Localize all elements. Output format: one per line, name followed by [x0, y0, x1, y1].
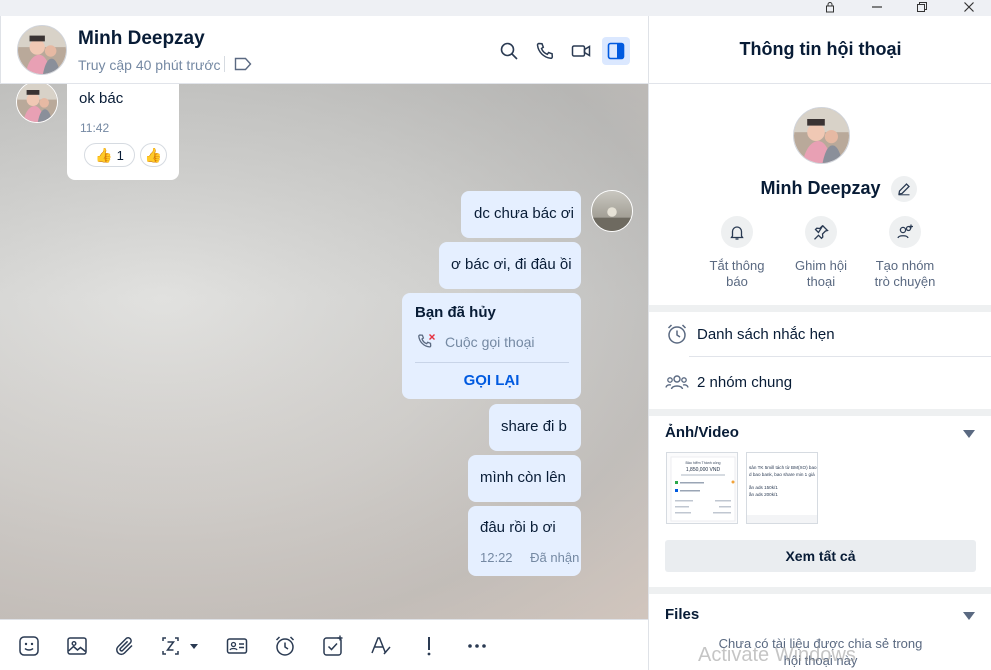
last-seen-status: Truy cập 40 phút trước: [78, 57, 221, 73]
composer-toolbar: [0, 619, 648, 670]
attachment-icon[interactable]: [112, 633, 138, 659]
message-text: đâu rồi b ơi: [480, 519, 556, 536]
chat-header: Minh Deepzay Truy cập 40 phút trước: [0, 16, 648, 84]
pin-icon: [814, 225, 829, 240]
format-text-icon[interactable]: [368, 633, 394, 659]
mute-notifications-button[interactable]: Tắt thông báo: [692, 216, 782, 290]
message-text: ok bác: [79, 90, 124, 107]
outgoing-message[interactable]: đâu rồi b ơi 12:22 Đã nhận: [468, 506, 581, 576]
action-label: thoại: [806, 274, 836, 289]
call-back-button[interactable]: GỌI LẠI: [402, 372, 581, 389]
files-section-title[interactable]: Files: [665, 606, 699, 623]
avatar[interactable]: [16, 84, 58, 123]
media-section-title[interactable]: Ảnh/Video: [665, 424, 739, 441]
media-thumbnail[interactable]: sản TK 5mill tách từ BM(XO) bao d bao ba…: [746, 452, 818, 524]
outgoing-message[interactable]: mình còn lên: [468, 455, 581, 502]
screenshot-icon[interactable]: [160, 633, 204, 659]
thumbs-up-icon: 👍: [144, 146, 163, 163]
divider: [224, 56, 225, 72]
outgoing-message[interactable]: ơ bác ơi, đi đâu ồi: [439, 242, 581, 289]
action-label: báo: [726, 274, 748, 289]
action-label: trò chuyện: [874, 274, 936, 289]
action-label: Ghim hội: [794, 258, 848, 273]
avatar[interactable]: [17, 25, 67, 75]
chevron-down-icon[interactable]: [962, 429, 976, 439]
profile-name-text: Minh Deepzay: [760, 178, 881, 198]
message-text: dc chưa bác ơi: [474, 205, 574, 222]
media-thumbnail[interactable]: Bảo hiểm Thành công 1,850,000 VND: [666, 452, 738, 524]
reaction-count: 1: [116, 147, 124, 163]
thumbnail-text: sản TK 5mill tách từ BM(XO) bao: [749, 465, 817, 470]
message-text: mình còn lên: [480, 469, 566, 486]
chevron-down-icon[interactable]: [962, 611, 976, 621]
task-icon[interactable]: [320, 633, 346, 659]
thumbnail-text: ần ads 200k/1: [749, 492, 778, 497]
lock-icon[interactable]: [818, 0, 842, 14]
more-icon[interactable]: [464, 633, 490, 659]
call-message[interactable]: Bạn đã hủy Cuộc gọi thoại GỌI LẠI: [402, 293, 581, 399]
reminder-list-item[interactable]: Danh sách nhắc hẹn: [665, 314, 835, 354]
conversation-info-panel: Thông tin hội thoại Minh Deepzay Tắt thô…: [648, 16, 991, 670]
divider: [649, 587, 991, 594]
video-icon[interactable]: [567, 37, 595, 65]
message-time: 11:42: [80, 121, 110, 135]
message-text: ơ bác ơi, đi đâu ồi: [451, 256, 572, 273]
window-titlebar: [0, 0, 991, 16]
divider: [689, 356, 991, 357]
common-groups-label: 2 nhóm chung: [697, 373, 793, 391]
sticker-icon[interactable]: [16, 633, 42, 659]
chat-panel: Minh Deepzay Truy cập 40 phút trước ok b…: [0, 16, 648, 670]
divider: [649, 305, 991, 312]
contact-name: Minh Deepzay: [78, 28, 205, 49]
action-label: Tạo nhóm: [875, 258, 935, 273]
avatar[interactable]: [591, 190, 633, 232]
restore-icon[interactable]: [910, 0, 934, 14]
action-label: Tắt thông: [709, 258, 765, 273]
divider: [649, 409, 991, 416]
avatar[interactable]: [793, 107, 850, 164]
delivery-status: Đã nhận: [530, 550, 580, 565]
common-groups-item[interactable]: 2 nhóm chung: [665, 362, 792, 402]
thumbnail-text: Bảo hiểm Thành công: [685, 461, 720, 465]
edit-name-button[interactable]: [891, 176, 917, 202]
call-status: Bạn đã hủy: [415, 304, 496, 321]
panel-title: Thông tin hội thoại: [649, 16, 991, 84]
activation-watermark: Activate Windows: [698, 644, 856, 666]
message-text: share đi b: [501, 418, 567, 435]
pencil-icon: [898, 183, 910, 196]
outgoing-message[interactable]: share đi b: [489, 404, 581, 451]
profile-name: Minh Deepzay: [649, 178, 991, 199]
reminder-list-label: Danh sách nhắc hẹn: [697, 325, 835, 343]
alarm-clock-icon: [667, 324, 687, 344]
outgoing-message[interactable]: dc chưa bác ơi: [461, 191, 581, 238]
reaction-summary[interactable]: 👍 1: [84, 143, 135, 167]
contact-card-icon[interactable]: [224, 633, 250, 659]
phone-icon[interactable]: [531, 37, 559, 65]
create-group-button[interactable]: Tạo nhóm trò chuyện: [860, 216, 950, 290]
image-icon[interactable]: [64, 633, 90, 659]
message-list[interactable]: ok bác 11:42 👍 1 👍 dc chưa bác ơi ơ bác …: [0, 84, 648, 619]
incoming-message[interactable]: ok bác 11:42 👍 1 👍: [67, 84, 179, 180]
add-reaction-button[interactable]: 👍: [140, 143, 167, 167]
search-icon[interactable]: [495, 37, 523, 65]
pin-conversation-button[interactable]: Ghim hội thoại: [776, 216, 866, 290]
divider: [415, 362, 569, 363]
panel-toggle-icon[interactable]: [602, 37, 630, 65]
important-icon[interactable]: [416, 633, 442, 659]
call-type: Cuộc gọi thoại: [445, 334, 535, 350]
thumbs-up-icon: 👍: [95, 146, 113, 163]
add-group-icon: [897, 224, 913, 239]
view-all-button[interactable]: Xem tất cả: [665, 540, 976, 572]
group-icon: [665, 375, 689, 390]
close-icon[interactable]: [957, 0, 981, 14]
message-time: 12:22: [480, 550, 513, 565]
reminder-icon[interactable]: [272, 633, 298, 659]
bell-icon: [730, 226, 744, 240]
thumbnail-text: 1,850,000 VND: [686, 467, 721, 473]
thumbnail-text: ần ads 150k/1: [749, 485, 778, 490]
minimize-icon[interactable]: [865, 0, 889, 14]
label-tag-icon[interactable]: [234, 57, 252, 71]
thumbnail-text: d bao bank, bao share min 1 giá: [749, 472, 815, 477]
missed-call-icon: [417, 333, 437, 351]
